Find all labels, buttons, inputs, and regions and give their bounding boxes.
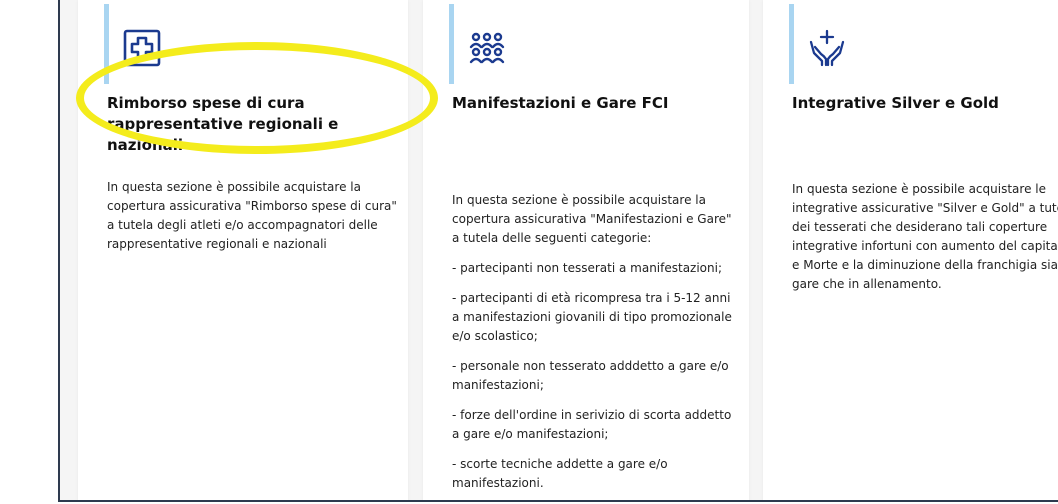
card-description: In questa sezione è possibile acquistare… bbox=[452, 191, 738, 500]
card-paragraph: In questa sezione è possibile acquistare… bbox=[452, 193, 732, 245]
hands-cross-icon bbox=[807, 28, 847, 68]
group-people-icon bbox=[467, 28, 507, 68]
card-paragraph: In questa sezione è possibile acquistare… bbox=[792, 182, 1058, 291]
card-accent-bar bbox=[789, 4, 794, 84]
card-accent-bar bbox=[449, 4, 454, 84]
insurance-cards-panel: Rimborso spese di cura rappresentative r… bbox=[58, 0, 1058, 502]
card-accent-bar bbox=[104, 4, 109, 84]
card-description: In questa sezione è possibile acquistare… bbox=[792, 180, 1058, 304]
category-item: - partecipanti non tesserati a manifesta… bbox=[452, 261, 723, 275]
card-paragraph: In questa sezione è possibile acquistare… bbox=[107, 180, 397, 251]
category-item: - forze dell'ordine in serivizio di scor… bbox=[452, 408, 732, 441]
card-manifestazioni-gare[interactable]: Manifestazioni e Gare FCI In questa sezi… bbox=[423, 0, 749, 500]
card-title[interactable]: Rimborso spese di cura rappresentative r… bbox=[107, 93, 387, 156]
card-description: In questa sezione è possibile acquistare… bbox=[107, 178, 407, 264]
category-item: - personale non tesserato adddetto a gar… bbox=[452, 359, 729, 392]
card-title[interactable]: Integrative Silver e Gold bbox=[792, 93, 1058, 114]
card-rimborso-spese[interactable]: Rimborso spese di cura rappresentative r… bbox=[78, 0, 408, 500]
category-item: - scorte tecniche addette a gare e/o man… bbox=[452, 457, 668, 490]
card-title[interactable]: Manifestazioni e Gare FCI bbox=[452, 93, 732, 114]
medical-cross-icon bbox=[122, 28, 162, 68]
card-integrative-silver-gold[interactable]: Integrative Silver e Gold In questa sezi… bbox=[763, 0, 1058, 500]
category-item: - partecipanti di età ricompresa tra i 5… bbox=[452, 291, 732, 343]
